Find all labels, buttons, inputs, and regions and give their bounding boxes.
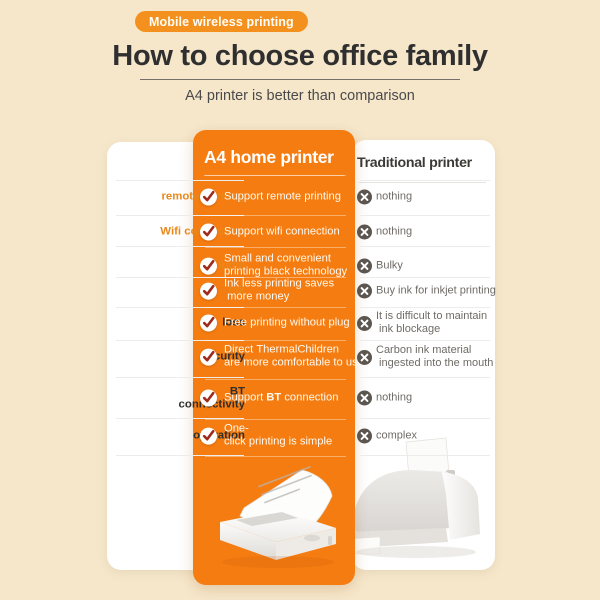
x-circle-icon	[357, 224, 372, 240]
check-circle-icon	[200, 223, 217, 241]
row-divider	[360, 277, 490, 278]
a4-feature-text: One-click printing is simple	[224, 422, 333, 448]
check-circle-icon	[200, 348, 217, 366]
traditional-feature-text: Carbon ink material ingested into the mo…	[376, 344, 494, 369]
x-circle-icon	[357, 283, 372, 299]
traditional-printer-heading: Traditional printer	[357, 155, 472, 171]
row-divider	[360, 377, 490, 378]
a4-feature-text: Ink less printing saves more money	[224, 277, 335, 303]
a4-feature-text: Support BT connection	[224, 391, 339, 404]
a4-feature-item: Small and convenient printing black techn…	[200, 253, 350, 280]
traditional-feature-item: nothing	[357, 189, 497, 205]
row-divider	[205, 340, 346, 341]
check-circle-icon	[200, 314, 217, 332]
x-circle-icon	[357, 315, 372, 331]
traditional-feature-text: It is difficult to maintain ink blockage	[376, 310, 488, 335]
traditional-feature-item: nothing	[357, 224, 497, 240]
row-divider	[205, 277, 346, 278]
x-circle-icon	[357, 258, 372, 274]
infographic-page: Mobile wireless printing How to choose o…	[0, 0, 600, 600]
traditional-feature-text: Bulky	[376, 259, 403, 272]
a4-feature-item: Support BT connection	[200, 389, 350, 407]
badge-mobile-wireless-printing: Mobile wireless printing	[135, 11, 308, 32]
traditional-feature-item: Carbon ink material ingested into the mo…	[357, 344, 497, 370]
a4-feature-item: Free printing without plug	[200, 314, 350, 332]
portable-printer-image	[220, 465, 336, 568]
a4-feature-text: Support remote printing	[224, 190, 341, 203]
traditional-feature-text: Buy ink for inkjet printing	[376, 284, 496, 297]
check-circle-icon	[200, 427, 217, 445]
a4-feature-item: One-click printing is simple	[200, 423, 350, 450]
a4-home-printer-heading: A4 home printer	[204, 147, 334, 167]
a4-feature-item: Support remote printing	[200, 188, 350, 206]
row-divider	[116, 377, 244, 378]
row-divider	[205, 215, 346, 216]
traditional-feature-item: nothing	[357, 390, 497, 406]
page-subtitle: A4 printer is better than comparison	[185, 88, 415, 104]
check-circle-icon	[200, 188, 217, 206]
page-title: How to choose office family	[112, 40, 488, 72]
traditional-feature-item: Buy ink for inkjet printing	[357, 283, 497, 299]
row-divider	[360, 340, 490, 341]
row-divider	[205, 175, 346, 176]
row-divider	[360, 246, 490, 247]
row-divider	[360, 307, 490, 308]
row-divider	[360, 455, 490, 456]
traditional-feature-item: It is difficult to maintain ink blockage	[357, 310, 497, 336]
a4-feature-item: Ink less printing saves more money	[200, 278, 350, 305]
row-divider	[360, 215, 490, 216]
x-circle-icon	[357, 390, 372, 406]
row-divider	[205, 379, 346, 380]
row-divider	[116, 180, 244, 181]
a4-feature-text: Support wifi connection	[224, 225, 340, 238]
title-divider	[140, 79, 460, 80]
x-circle-icon	[357, 189, 372, 205]
row-divider	[205, 247, 346, 248]
check-circle-icon	[200, 389, 217, 407]
traditional-feature-text: nothing	[376, 190, 413, 203]
traditional-head-divider	[359, 182, 486, 183]
a4-feature-text: Small and convenient printing black techn…	[224, 252, 348, 278]
row-divider	[205, 419, 346, 420]
traditional-feature-text: complex	[376, 429, 417, 442]
traditional-feature-item: complex	[357, 428, 497, 444]
x-circle-icon	[357, 349, 372, 365]
a4-feature-text: Direct ThermalChildren are more comfortab…	[224, 343, 364, 369]
a4-feature-text: Free printing without plug	[224, 316, 350, 329]
row-divider	[205, 307, 346, 308]
x-circle-icon	[357, 428, 372, 444]
row-divider	[360, 418, 490, 419]
traditional-feature-text: nothing	[376, 225, 413, 238]
check-circle-icon	[200, 257, 217, 275]
row-divider	[360, 180, 490, 181]
check-circle-icon	[200, 282, 217, 300]
traditional-feature-text: nothing	[376, 391, 413, 404]
row-divider	[205, 456, 346, 457]
traditional-feature-item: Bulky	[357, 258, 497, 274]
a4-feature-item: Direct ThermalChildren are more comfortab…	[200, 344, 364, 371]
a4-feature-item: Support wifi connection	[200, 223, 350, 241]
